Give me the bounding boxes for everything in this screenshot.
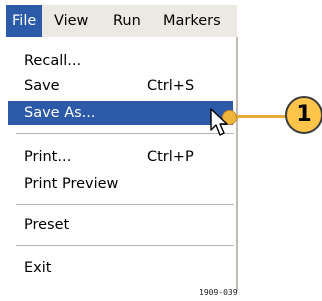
menu-item-label: Save As... xyxy=(24,105,96,121)
pointer-cursor-icon xyxy=(210,108,228,136)
menu-separator xyxy=(16,245,234,246)
menu-markers[interactable]: Markers xyxy=(163,5,221,37)
callout-leader-line xyxy=(233,115,289,118)
menu-item-label: Recall... xyxy=(24,53,82,69)
menu-item-label: Save xyxy=(24,78,60,94)
menu-item-preset[interactable]: Preset xyxy=(8,213,233,237)
menu-item-exit[interactable]: Exit xyxy=(8,256,233,280)
callout-number-badge: 1 xyxy=(285,96,322,134)
menu-item-print-preview[interactable]: Print Preview xyxy=(8,172,233,196)
menu-separator xyxy=(16,204,234,205)
menu-item-print[interactable]: Print... Ctrl+P xyxy=(8,145,233,169)
menu-bar: File View Run Markers xyxy=(6,5,237,38)
menu-item-label: Preset xyxy=(24,217,70,233)
menu-item-label: Print... xyxy=(24,149,72,165)
menu-item-save[interactable]: Save Ctrl+S xyxy=(8,74,233,98)
menu-item-save-as[interactable]: Save As... xyxy=(8,101,233,125)
figure-id-label: 1909-039 xyxy=(199,288,238,297)
menu-item-shortcut: Ctrl+P xyxy=(147,149,194,165)
menu-view[interactable]: View xyxy=(54,5,88,37)
menu-file[interactable]: File xyxy=(6,5,43,37)
menu-item-label: Print Preview xyxy=(24,176,119,192)
menu-item-shortcut: Ctrl+S xyxy=(147,78,195,94)
menu-item-recall[interactable]: Recall... xyxy=(8,49,233,73)
menu-item-label: Exit xyxy=(24,260,52,276)
menu-run[interactable]: Run xyxy=(113,5,141,37)
menu-separator xyxy=(16,133,234,134)
file-dropdown-menu: Recall... Save Ctrl+S Save As... Print..… xyxy=(6,37,238,291)
